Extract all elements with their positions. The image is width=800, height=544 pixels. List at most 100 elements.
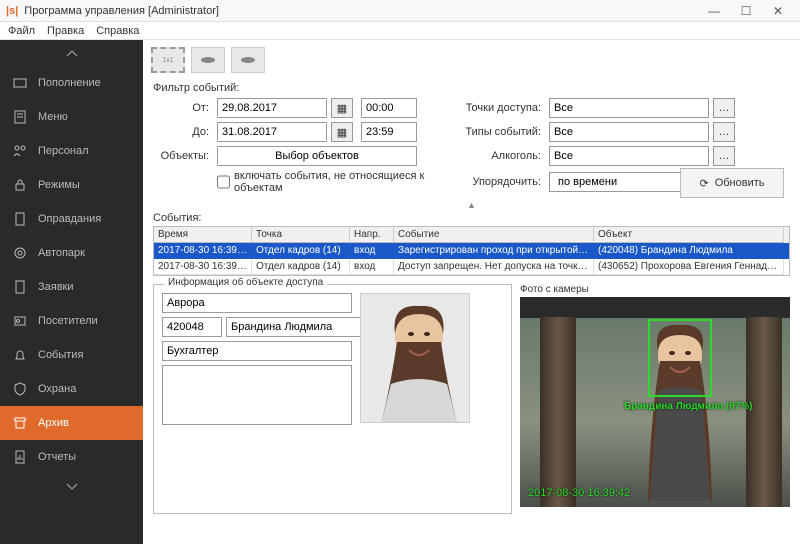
minimize-button[interactable]: — bbox=[698, 0, 730, 22]
face-detection-box bbox=[648, 319, 712, 397]
sidebar-item-label: Пополнение bbox=[38, 77, 101, 89]
col-dir[interactable]: Напр. bbox=[350, 227, 394, 243]
to-date-input[interactable] bbox=[217, 122, 327, 142]
lock-icon bbox=[12, 177, 28, 193]
col-event[interactable]: Событие bbox=[394, 227, 594, 243]
access-points-browse-button[interactable]: … bbox=[713, 98, 735, 118]
cell-dir: вход bbox=[350, 259, 394, 275]
sidebar-item-requests[interactable]: Заявки bbox=[0, 270, 143, 304]
refresh-label: Обновить bbox=[715, 177, 765, 189]
menu-edit[interactable]: Правка bbox=[47, 25, 84, 37]
table-row[interactable]: 2017-08-30 16:39:42 Отдел кадров (14) вх… bbox=[154, 243, 789, 259]
sidebar-item-autopark[interactable]: Автопарк bbox=[0, 236, 143, 270]
sidebar-item-personnel[interactable]: Персонал bbox=[0, 134, 143, 168]
sidebar-item-label: Архив bbox=[38, 417, 69, 429]
objects-label: Объекты: bbox=[153, 150, 213, 162]
from-date-input[interactable] bbox=[217, 98, 327, 118]
target-icon bbox=[12, 245, 28, 261]
table-row[interactable]: 2017-08-30 16:39:43 Отдел кадров (14) вх… bbox=[154, 259, 789, 275]
sidebar-item-menu[interactable]: Меню bbox=[0, 100, 143, 134]
refresh-icon: ⟳ bbox=[699, 177, 708, 190]
from-time-input[interactable] bbox=[361, 98, 417, 118]
company-field[interactable] bbox=[162, 293, 352, 313]
thumb-1[interactable]: 1x1 bbox=[151, 47, 185, 73]
col-object[interactable]: Объект bbox=[594, 227, 784, 243]
col-time[interactable]: Время bbox=[154, 227, 252, 243]
refresh-button[interactable]: ⟳ Обновить bbox=[680, 168, 784, 198]
col-point[interactable]: Точка bbox=[252, 227, 350, 243]
menu-help[interactable]: Справка bbox=[96, 25, 139, 37]
main-content: 1x1 Фильтр событий: От: ▦ Точки доступа:… bbox=[143, 40, 800, 544]
access-points-input[interactable] bbox=[549, 98, 709, 118]
to-date-picker-button[interactable]: ▦ bbox=[331, 122, 353, 142]
table-header: Время Точка Напр. Событие Объект bbox=[154, 227, 789, 243]
event-types-input[interactable] bbox=[549, 122, 709, 142]
events-section-label: События: bbox=[143, 210, 800, 226]
include-events-checkbox[interactable] bbox=[217, 172, 230, 192]
archive-icon bbox=[12, 415, 28, 431]
employee-photo bbox=[360, 293, 470, 423]
objects-select-button[interactable]: Выбор объектов bbox=[217, 146, 417, 166]
app-logo-icon: |s| bbox=[6, 5, 18, 17]
sidebar: Пополнение Меню Персонал Режимы Оправдан… bbox=[0, 40, 143, 544]
event-types-label: Типы событий: bbox=[465, 126, 545, 138]
face-recognition-label: Брандина Людмила (97%) bbox=[624, 401, 752, 412]
sidebar-item-topup[interactable]: Пополнение bbox=[0, 66, 143, 100]
camera-timestamp: 2017-08-30 16:39:42 bbox=[528, 487, 630, 499]
emp-name-field[interactable] bbox=[226, 317, 378, 337]
people-icon bbox=[12, 143, 28, 159]
emp-id-field[interactable] bbox=[162, 317, 222, 337]
sidebar-item-label: Охрана bbox=[38, 383, 76, 395]
report-icon bbox=[12, 449, 28, 465]
camera-caption: Фото с камеры bbox=[520, 284, 790, 297]
sidebar-item-reports[interactable]: Отчеты bbox=[0, 440, 143, 474]
notes-field[interactable] bbox=[162, 365, 352, 425]
include-events-label: включать события, не относящиеся к объек… bbox=[234, 170, 461, 194]
cell-event: Доступ запрещен. Нет допуска на точку до… bbox=[394, 259, 594, 275]
sidebar-item-label: Автопарк bbox=[38, 247, 85, 259]
sidebar-item-label: События bbox=[38, 349, 83, 361]
cell-point: Отдел кадров (14) bbox=[252, 243, 350, 259]
alcohol-input[interactable] bbox=[549, 146, 709, 166]
alcohol-browse-button[interactable]: … bbox=[713, 146, 735, 166]
doc-icon bbox=[12, 211, 28, 227]
sidebar-item-justif[interactable]: Оправдания bbox=[0, 202, 143, 236]
filters-section-label: Фильтр событий: bbox=[143, 80, 800, 96]
chevron-up-icon bbox=[66, 49, 78, 57]
sort-label: Упорядочить: bbox=[465, 176, 545, 188]
access-object-info-panel: Информация об объекте доступа bbox=[153, 284, 512, 514]
sidebar-item-label: Персонал bbox=[38, 145, 89, 157]
event-types-browse-button[interactable]: … bbox=[713, 122, 735, 142]
sidebar-item-label: Отчеты bbox=[38, 451, 76, 463]
thumb-2[interactable] bbox=[191, 47, 225, 73]
to-time-input[interactable] bbox=[361, 122, 417, 142]
sidebar-scroll-down[interactable] bbox=[0, 474, 143, 500]
collapse-handle[interactable]: ▲ bbox=[143, 200, 800, 210]
sidebar-item-security[interactable]: Охрана bbox=[0, 372, 143, 406]
sidebar-item-archive[interactable]: Архив bbox=[0, 406, 143, 440]
thumb-3[interactable] bbox=[231, 47, 265, 73]
close-button[interactable]: ✕ bbox=[762, 0, 794, 22]
maximize-button[interactable]: ☐ bbox=[730, 0, 762, 22]
window-title: Программа управления [Administrator] bbox=[24, 5, 698, 17]
sidebar-item-modes[interactable]: Режимы bbox=[0, 168, 143, 202]
calendar-icon: ▦ bbox=[337, 102, 347, 115]
sidebar-scroll-up[interactable] bbox=[0, 40, 143, 66]
position-field[interactable] bbox=[162, 341, 352, 361]
menu-file[interactable]: Файл bbox=[8, 25, 35, 37]
sidebar-item-label: Посетители bbox=[38, 315, 98, 327]
bell-icon bbox=[12, 347, 28, 363]
cell-object: (430652) Прохорова Евгения Геннадьевна bbox=[594, 259, 784, 275]
cell-time: 2017-08-30 16:39:43 bbox=[154, 259, 252, 275]
from-date-picker-button[interactable]: ▦ bbox=[331, 98, 353, 118]
camera-image: Брандина Людмила (97%) 2017-08-30 16:39:… bbox=[520, 297, 790, 507]
to-label: До: bbox=[153, 126, 213, 138]
sidebar-item-events[interactable]: События bbox=[0, 338, 143, 372]
thumbnail-strip: 1x1 bbox=[143, 40, 800, 80]
cell-object: (420048) Брандина Людмила bbox=[594, 243, 784, 259]
camera-panel: Фото с камеры Брандина Людмила (97% bbox=[520, 284, 790, 514]
cell-dir: вход bbox=[350, 243, 394, 259]
sidebar-item-label: Оправдания bbox=[38, 213, 101, 225]
sidebar-item-visitors[interactable]: Посетители bbox=[0, 304, 143, 338]
doc-icon bbox=[12, 279, 28, 295]
